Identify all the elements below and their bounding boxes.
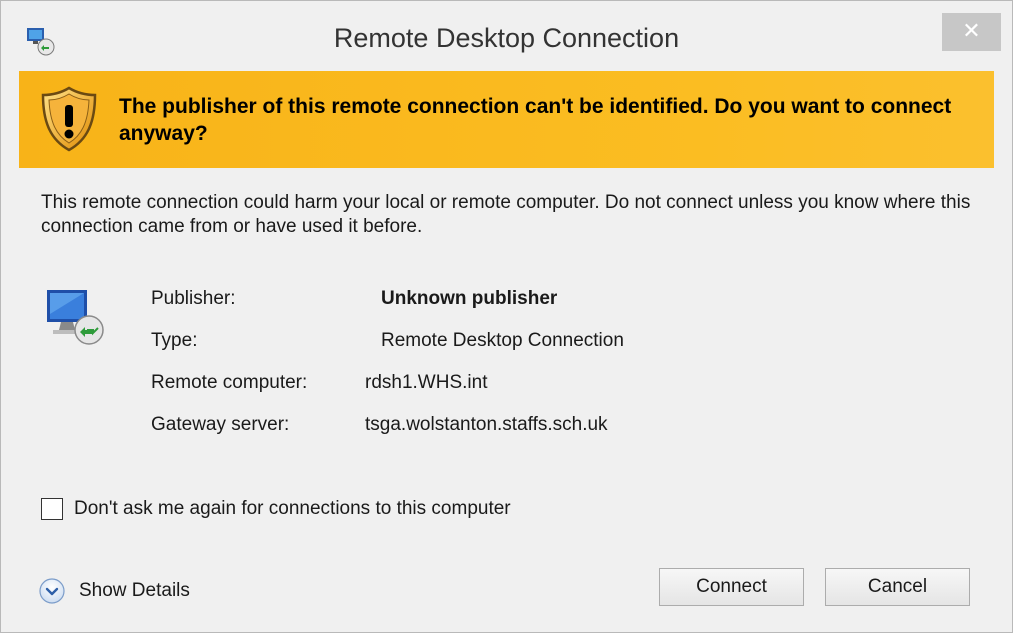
dont-ask-again-label[interactable]: Don't ask me again for connections to th…	[74, 498, 511, 520]
show-details-toggle[interactable]: Show Details	[39, 578, 190, 604]
dialog-window: Remote Desktop Connection ✕ The publishe…	[0, 0, 1013, 633]
warning-banner: The publisher of this remote connection …	[19, 71, 994, 168]
banner-message: The publisher of this remote connection …	[119, 95, 952, 145]
remote-computer-icon	[47, 290, 104, 345]
gateway-server-label: Gateway server:	[151, 414, 290, 435]
window-title: Remote Desktop Connection	[333, 23, 680, 53]
connect-button[interactable]: Connect	[659, 568, 804, 606]
type-label: Type:	[151, 330, 198, 351]
close-button[interactable]: ✕	[942, 13, 1001, 51]
dialog-content: This remote connection could harm your l…	[19, 168, 994, 614]
chevron-down-circle-icon[interactable]	[39, 578, 65, 604]
type-value: Remote Desktop Connection	[381, 330, 624, 351]
dont-ask-again-option[interactable]: Don't ask me again for connections to th…	[41, 498, 511, 520]
remote-computer-label: Remote computer:	[151, 372, 308, 393]
warning-text: This remote connection could harm your l…	[41, 192, 971, 237]
publisher-value: Unknown publisher	[381, 288, 558, 309]
dialog-footer: Show Details Connect Cancel	[19, 558, 994, 618]
cancel-button[interactable]: Cancel	[825, 568, 970, 606]
publisher-label: Publisher:	[151, 288, 236, 309]
remote-computer-value: rdsh1.WHS.int	[365, 372, 488, 393]
show-details-label[interactable]: Show Details	[79, 580, 190, 602]
warning-shield-icon	[41, 86, 97, 152]
gateway-server-value: tsga.wolstanton.staffs.sch.uk	[365, 414, 608, 435]
dont-ask-again-checkbox[interactable]	[41, 498, 63, 520]
title-bar: Remote Desktop Connection ✕	[1, 1, 1012, 71]
